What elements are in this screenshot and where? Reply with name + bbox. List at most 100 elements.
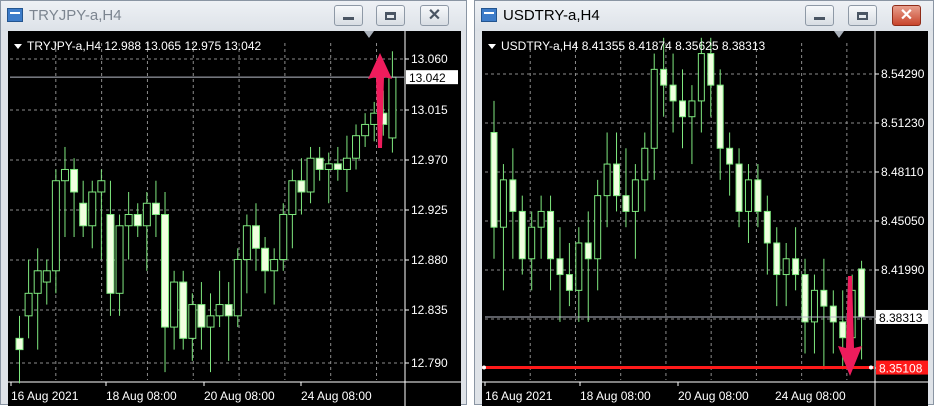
maximize-icon (385, 11, 396, 20)
chart-symbol-ohlc: USDTRY-a,H4 8.41355 8.41874 8.35625 8.38… (501, 39, 766, 53)
x-tick-label: 18 Aug 08:00 (580, 389, 651, 403)
candle-body-bullish (352, 135, 361, 159)
y-tick-label: 13.015 (411, 103, 448, 117)
y-tick-label: 8.41990 (881, 263, 925, 277)
candle-body-bearish (763, 210, 771, 244)
candle-body-bullish (215, 304, 224, 317)
x-tick-label: 20 Aug 08:00 (204, 389, 275, 403)
candle-body-bullish (270, 259, 279, 272)
candlestick-chart[interactable]: 8.542908.512308.481108.450508.419908.389… (482, 31, 928, 406)
bid-price-label: 8.38313 (879, 311, 923, 325)
candle-body-bullish (650, 68, 658, 149)
candle-body-bearish (547, 210, 555, 260)
y-tick-label: 12.790 (411, 356, 448, 370)
x-tick-label: 18 Aug 08:00 (106, 389, 177, 403)
candle-body-bearish (820, 289, 828, 307)
price-chart[interactable]: 13.060 13.015 12.970 12.925 12.880 12.835 12.7… (8, 31, 461, 406)
window-titlebar[interactable]: TRYJPY-a,H4 ✕ (1, 1, 466, 31)
close-icon: ✕ (427, 6, 442, 24)
window-titlebar[interactable]: USDTRY-a,H4 ✕ (475, 1, 933, 31)
candle-body-bearish (179, 281, 188, 339)
candle-body-bearish (716, 84, 724, 149)
candle-body-bullish (782, 258, 790, 276)
candle-body-bullish (188, 304, 197, 339)
minimize-button[interactable] (334, 5, 363, 26)
candle-body-bullish (641, 147, 649, 181)
chart-window-icon (481, 8, 497, 22)
x-tick-label: 24 Aug 08:00 (301, 389, 372, 403)
candle-body-bearish (556, 258, 564, 276)
candle-body-bearish (679, 100, 686, 118)
candle-body-bearish (161, 214, 170, 328)
candle-body-bearish (106, 214, 115, 294)
candle-body-bullish (242, 225, 251, 261)
candle-body-bullish (279, 214, 288, 261)
chart-window-usdtry[interactable]: USDTRY-a,H4 ✕ 8.54290 8.51230 8.48110 8.450… (474, 0, 934, 406)
candle-body-bearish (660, 68, 668, 86)
x-tick-label: 20 Aug 08:00 (678, 389, 749, 403)
candle-body-bullish (206, 315, 215, 328)
y-tick-label: 8.48110 (881, 165, 924, 179)
candle-body-bearish (584, 242, 592, 260)
maximize-button[interactable] (376, 5, 405, 26)
candle-body-bearish (224, 304, 233, 317)
window-title: USDTRY-a,H4 (503, 7, 600, 24)
candle-body-bullish (342, 157, 351, 170)
candle-body-bullish (288, 180, 297, 216)
candle-body-bearish (79, 202, 88, 227)
y-tick-label: 8.54290 (881, 67, 925, 81)
candle-body-bullish (388, 76, 397, 139)
candlestick-chart[interactable]: 13.060 13.015 12.970 12.925 12.880 12.835 12.7… (8, 31, 461, 406)
candle-body-bullish (115, 225, 124, 294)
close-icon: ✕ (899, 6, 914, 24)
candle-body-bullish (24, 292, 33, 317)
candle-body-bearish (829, 305, 837, 323)
close-button[interactable]: ✕ (892, 5, 921, 26)
candle-body-bullish (370, 112, 379, 125)
candle-body-bullish (575, 242, 583, 291)
up-arrow-annotation-icon (368, 53, 392, 148)
chart-shift-marker-icon (834, 31, 844, 38)
candle-body-bearish (297, 180, 306, 193)
candle-body-bearish (261, 247, 270, 272)
candle-body-bearish (735, 163, 743, 212)
candle-body-bearish (133, 214, 142, 227)
y-tick-label: 13.060 (411, 52, 448, 66)
candle-body-bearish (518, 210, 526, 260)
candle-body-bearish (509, 179, 517, 212)
candle-body-bearish (792, 258, 800, 276)
chart-window-tryjpy[interactable]: TRYJPY-a,H4 ✕ 13.060 13.015 12.970 12.925 12… (0, 0, 467, 406)
candle-body-bearish (151, 202, 160, 216)
candle-body-bearish (707, 53, 715, 86)
line-handle-icon (869, 365, 873, 370)
chart-shift-marker-icon (364, 31, 374, 38)
minimize-button[interactable] (805, 5, 834, 26)
candle-body-bullish (537, 210, 545, 228)
candle-body-bullish (306, 157, 315, 193)
dropdown-triangle-icon (14, 44, 22, 49)
candle-body-bullish (42, 270, 51, 283)
close-button[interactable]: ✕ (420, 5, 449, 26)
candle-body-bearish (773, 242, 781, 276)
candle-body-bullish (88, 191, 97, 227)
candle-body-bearish (565, 274, 573, 291)
minimize-icon (343, 17, 354, 20)
price-chart[interactable]: 8.542908.512308.481108.450508.419908.389… (482, 31, 928, 406)
candle-body-bullish (744, 179, 752, 212)
candle-body-bearish (15, 337, 24, 351)
bid-price-label: 13.042 (409, 71, 446, 85)
x-tick-label: 16 Aug 2021 (11, 389, 79, 403)
candle-body-bullish (688, 100, 696, 118)
candle-body-bearish (622, 195, 630, 212)
window-title: TRYJPY-a,H4 (29, 7, 122, 24)
candle-body-bullish (233, 259, 242, 317)
candle-body-bullish (594, 195, 602, 260)
candle-body-bearish (839, 321, 847, 339)
y-tick-label: 8.51230 (881, 116, 925, 130)
y-tick-label: 12.925 (411, 203, 448, 217)
candle-body-bullish (51, 180, 60, 272)
candle-body-bullish (361, 123, 370, 137)
candle-body-bearish (333, 163, 342, 170)
line-price-label: 8.35108 (879, 362, 923, 376)
maximize-button[interactable] (848, 5, 877, 26)
